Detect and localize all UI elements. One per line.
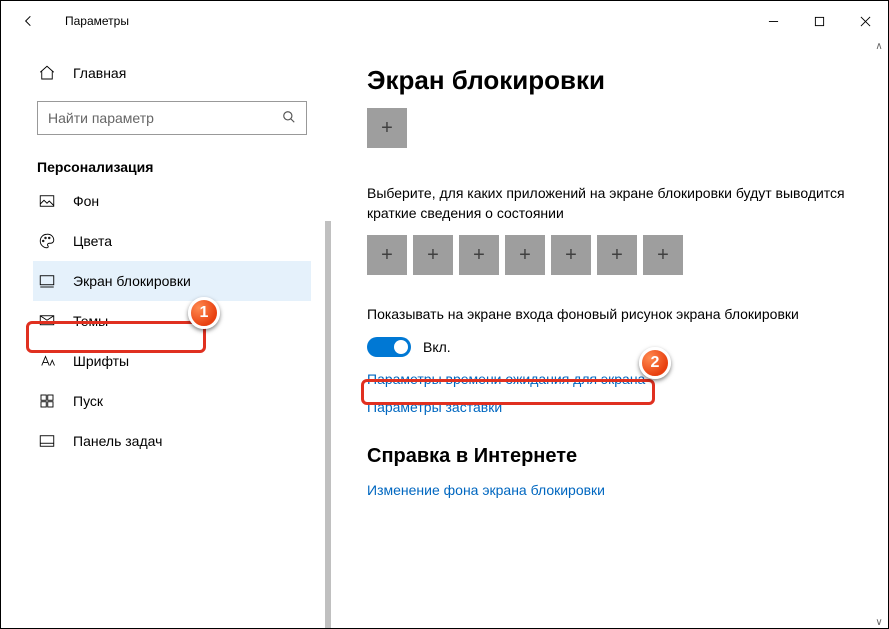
main-panel: Экран блокировки + Выберите, для каких п… (331, 41, 888, 628)
main-scrollbar[interactable]: ∧ ∨ (872, 41, 886, 628)
sidebar-item-label: Экран блокировки (73, 273, 191, 289)
screen-timeout-link[interactable]: Параметры времени ожидания для экрана (367, 371, 852, 387)
picture-icon (37, 192, 57, 210)
fonts-icon (37, 352, 57, 370)
sidebar-item-label: Шрифты (73, 353, 129, 369)
window-controls (750, 6, 888, 36)
sidebar-item-label: Темы (73, 313, 108, 329)
palette-icon (37, 232, 57, 250)
home-icon (37, 64, 57, 82)
add-quick-app-tile[interactable]: + (459, 235, 499, 275)
detailed-status-app-row: + (367, 108, 852, 148)
toggle-state-label: Вкл. (423, 339, 451, 355)
search-input[interactable]: Найти параметр (37, 101, 307, 135)
home-label: Главная (73, 65, 126, 81)
sidebar-section-title: Персонализация (37, 159, 311, 175)
sidebar-item-taskbar[interactable]: Панель задач (33, 421, 311, 461)
taskbar-icon (37, 432, 57, 450)
signin-bg-description: Показывать на экране входа фоновый рисун… (367, 305, 852, 325)
quick-status-description: Выберите, для каких приложений на экране… (367, 184, 852, 223)
signin-bg-toggle[interactable] (367, 337, 411, 357)
add-quick-app-tile[interactable]: + (643, 235, 683, 275)
page-title: Экран блокировки (367, 65, 852, 96)
sidebar-item-fonts[interactable]: Шрифты (33, 341, 311, 381)
sidebar-item-lockscreen[interactable]: Экран блокировки (33, 261, 311, 301)
sidebar-item-colors[interactable]: Цвета (33, 221, 311, 261)
lockscreen-icon (37, 272, 57, 290)
screensaver-link[interactable]: Параметры заставки (367, 399, 852, 415)
maximize-button[interactable] (796, 6, 842, 36)
help-change-bg-link[interactable]: Изменение фона экрана блокировки (367, 482, 852, 498)
back-button[interactable] (9, 1, 49, 41)
add-quick-app-tile[interactable]: + (367, 235, 407, 275)
search-icon (282, 110, 296, 127)
add-quick-app-tile[interactable]: + (413, 235, 453, 275)
start-icon (37, 392, 57, 410)
help-section-title: Справка в Интернете (367, 445, 852, 468)
add-quick-app-tile[interactable]: + (551, 235, 591, 275)
quick-status-apps-row: + + + + + + + (367, 235, 852, 275)
minimize-button[interactable] (750, 6, 796, 36)
search-placeholder: Найти параметр (48, 110, 282, 126)
add-quick-app-tile[interactable]: + (505, 235, 545, 275)
sidebar-item-label: Пуск (73, 393, 103, 409)
titlebar: Параметры (1, 1, 888, 41)
signin-bg-toggle-row: Вкл. (367, 337, 852, 357)
window-title: Параметры (65, 14, 129, 28)
scroll-down-icon[interactable]: ∨ (875, 617, 882, 628)
sidebar-item-label: Цвета (73, 233, 112, 249)
home-row[interactable]: Главная (37, 53, 311, 93)
sidebar-item-start[interactable]: Пуск (33, 381, 311, 421)
close-button[interactable] (842, 6, 888, 36)
sidebar-item-themes[interactable]: Темы (33, 301, 311, 341)
add-detailed-app-tile[interactable]: + (367, 108, 407, 148)
sidebar-item-label: Панель задач (73, 433, 162, 449)
sidebar-item-background[interactable]: Фон (33, 181, 311, 221)
sidebar-item-label: Фон (73, 193, 99, 209)
themes-icon (37, 312, 57, 330)
scroll-up-icon[interactable]: ∧ (875, 41, 882, 52)
sidebar: Главная Найти параметр Персонализация Фо… (1, 41, 331, 628)
add-quick-app-tile[interactable]: + (597, 235, 637, 275)
